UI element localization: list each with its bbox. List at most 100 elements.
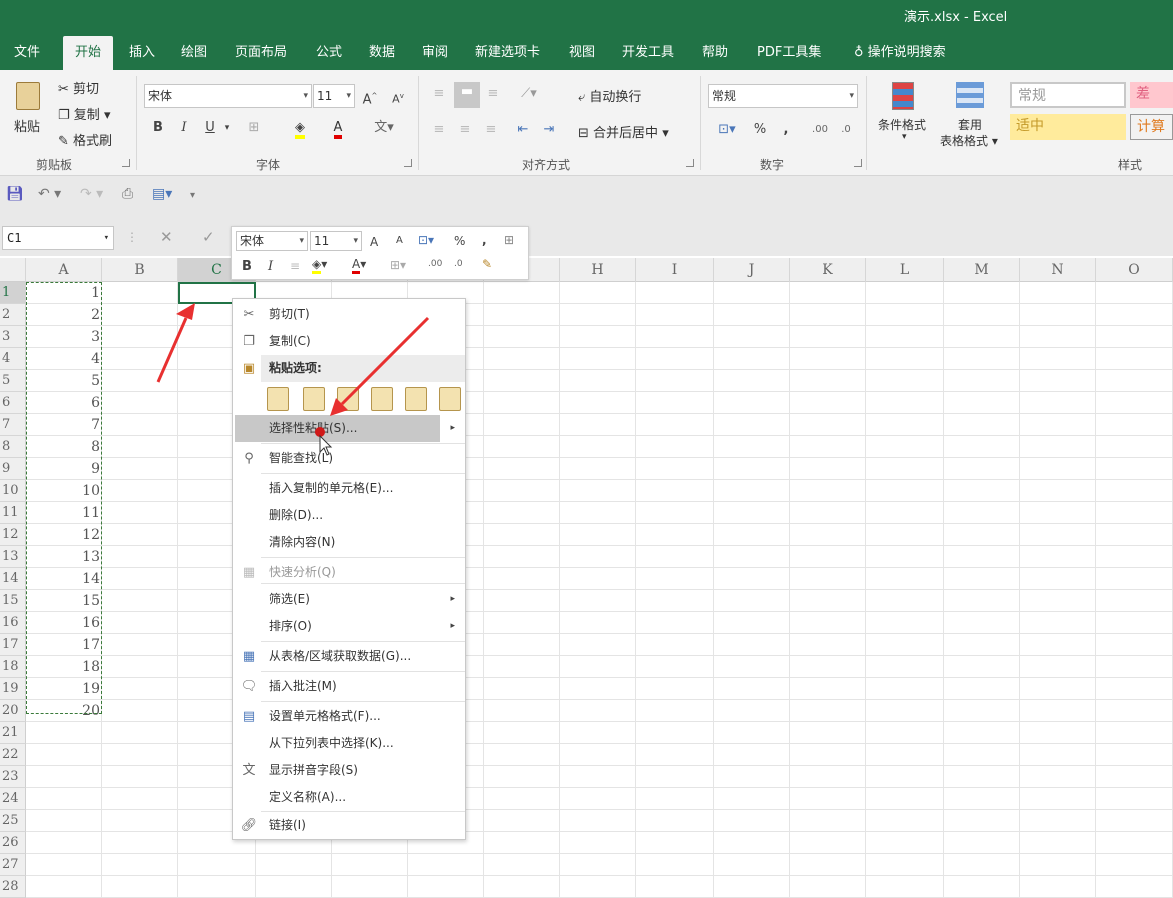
- shrink-font-icon[interactable]: Av: [390, 86, 406, 108]
- undo-icon[interactable]: ↶ ▾: [38, 186, 61, 202]
- align-left-icon[interactable]: ≡: [430, 120, 448, 142]
- menu-item-filter[interactable]: 筛选(E) ▸: [233, 586, 465, 613]
- menu-item-insert-copied[interactable]: 插入复制的单元格(E)...: [233, 475, 465, 502]
- borders-icon[interactable]: ⊞: [244, 118, 264, 140]
- column-header[interactable]: N: [1020, 258, 1096, 282]
- shrink-font-icon[interactable]: A: [396, 235, 403, 246]
- paste-formulas-icon[interactable]: [337, 387, 359, 411]
- form-icon[interactable]: ▤▾: [152, 186, 172, 202]
- align-top-icon[interactable]: ≡: [430, 84, 448, 106]
- tab-draw[interactable]: 绘图: [169, 36, 219, 70]
- select-all-corner[interactable]: [0, 258, 26, 282]
- cell-style-calculation[interactable]: 计算: [1130, 114, 1173, 140]
- accounting-format-icon[interactable]: ⊡▾: [418, 233, 434, 247]
- phonetic-guide-icon[interactable]: 文▾: [372, 118, 396, 140]
- comma-style-icon[interactable]: ,: [482, 233, 487, 247]
- menu-item-clear-contents[interactable]: 清除内容(N): [233, 529, 465, 556]
- column-header[interactable]: L: [866, 258, 944, 282]
- menu-item-define-name[interactable]: 定义名称(A)...: [233, 784, 465, 811]
- mini-font-dropdown[interactable]: 宋体 ▾: [236, 231, 308, 251]
- row-header[interactable]: 3: [0, 326, 26, 348]
- row-header[interactable]: 14: [0, 568, 26, 590]
- cancel-icon[interactable]: ✕: [160, 228, 173, 246]
- menu-item-format-cells[interactable]: ▤ 设置单元格格式(F)...: [233, 703, 465, 730]
- mini-size-dropdown[interactable]: 11 ▾: [310, 231, 362, 251]
- row-header[interactable]: 4: [0, 348, 26, 370]
- column-header[interactable]: M: [944, 258, 1020, 282]
- paste-link-icon[interactable]: [439, 387, 461, 411]
- bold-button[interactable]: B: [242, 259, 252, 274]
- tab-file[interactable]: 文件: [2, 36, 52, 70]
- decrease-decimal-icon[interactable]: .0: [454, 259, 463, 269]
- name-box[interactable]: C1 ▾: [2, 226, 114, 250]
- row-header[interactable]: 23: [0, 766, 26, 788]
- menu-item-sort[interactable]: 排序(O) ▸: [233, 613, 465, 640]
- fill-color-icon[interactable]: ◈▾: [312, 257, 327, 274]
- orientation-icon[interactable]: ⟋▾: [514, 84, 544, 106]
- grow-font-icon[interactable]: A^: [362, 86, 378, 108]
- column-header[interactable]: I: [636, 258, 714, 282]
- row-header[interactable]: 5: [0, 370, 26, 392]
- row-header[interactable]: 27: [0, 854, 26, 876]
- paste-button[interactable]: 粘贴: [8, 78, 48, 148]
- menu-item-delete[interactable]: 删除(D)...: [233, 502, 465, 529]
- accounting-format-icon[interactable]: ⊡▾: [712, 120, 742, 142]
- tab-insert[interactable]: 插入: [117, 36, 167, 70]
- number-format-dropdown[interactable]: 常规 ▾: [708, 84, 858, 108]
- align-center-icon[interactable]: ≡: [290, 259, 300, 273]
- wrap-text-button[interactable]: ⤶ 自动换行: [578, 86, 641, 105]
- fill-color-icon[interactable]: ◈: [290, 118, 310, 140]
- italic-button[interactable]: I: [176, 118, 192, 140]
- row-header[interactable]: 1: [0, 282, 26, 304]
- menu-item-cut[interactable]: ✂ 剪切(T): [233, 301, 465, 328]
- paste-icon[interactable]: [267, 387, 289, 411]
- row-header[interactable]: 19: [0, 678, 26, 700]
- align-center-icon[interactable]: ≡: [456, 120, 474, 142]
- brush-icon[interactable]: ✎: [482, 257, 492, 271]
- row-header[interactable]: 12: [0, 524, 26, 546]
- menu-item-smart-lookup[interactable]: ⚲ 智能查找(L): [233, 445, 465, 472]
- font-size-dropdown[interactable]: 11 ▾: [313, 84, 355, 108]
- customize-qat-icon[interactable]: ▾: [190, 190, 195, 201]
- row-header[interactable]: 6: [0, 392, 26, 414]
- print-preview-icon[interactable]: ⎙: [122, 186, 133, 202]
- cut-button[interactable]: ✂ 剪切: [58, 78, 99, 97]
- row-header[interactable]: 22: [0, 744, 26, 766]
- font-launcher-icon[interactable]: [404, 159, 412, 167]
- row-header[interactable]: 15: [0, 590, 26, 612]
- row-header[interactable]: 24: [0, 788, 26, 810]
- menu-item-pick-from-list[interactable]: 从下拉列表中选择(K)...: [233, 730, 465, 757]
- row-header[interactable]: 10: [0, 480, 26, 502]
- row-header[interactable]: 18: [0, 656, 26, 678]
- row-header[interactable]: 11: [0, 502, 26, 524]
- decrease-decimal-icon[interactable]: .0: [836, 120, 856, 142]
- alignment-launcher-icon[interactable]: [686, 159, 694, 167]
- format-table-icon[interactable]: ⊞: [504, 233, 514, 247]
- increase-decimal-icon[interactable]: .00: [428, 259, 442, 269]
- chevron-down-icon[interactable]: ▾: [222, 118, 232, 140]
- align-middle-icon[interactable]: ▬: [454, 82, 480, 108]
- tell-me-search[interactable]: ♁ 操作说明搜索: [842, 36, 958, 70]
- underline-button[interactable]: U: [202, 118, 218, 140]
- bold-button[interactable]: B: [150, 118, 166, 140]
- row-header[interactable]: 17: [0, 634, 26, 656]
- row-header[interactable]: 2: [0, 304, 26, 326]
- row-header[interactable]: 9: [0, 458, 26, 480]
- percent-icon[interactable]: %: [752, 120, 768, 142]
- tab-formulas[interactable]: 公式: [304, 36, 354, 70]
- row-header[interactable]: 13: [0, 546, 26, 568]
- conditional-formatting-button[interactable]: 条件格式 ▾: [876, 78, 936, 150]
- tab-pdf-tools[interactable]: PDF工具集: [745, 36, 833, 70]
- menu-item-link[interactable]: 🔗︎ 链接(I): [233, 812, 465, 839]
- align-bottom-icon[interactable]: ≡: [484, 84, 502, 106]
- merge-center-button[interactable]: ⊟ 合并后居中 ▾: [578, 122, 669, 141]
- tab-home[interactable]: 开始: [63, 36, 114, 70]
- format-painter-button[interactable]: ✎ 格式刷: [58, 130, 112, 149]
- column-header[interactable]: K: [790, 258, 866, 282]
- tab-developer[interactable]: 开发工具: [610, 36, 686, 70]
- tab-help[interactable]: 帮助: [690, 36, 740, 70]
- increase-decimal-icon[interactable]: .00: [810, 120, 830, 142]
- save-icon[interactable]: 💾︎: [6, 186, 24, 202]
- italic-button[interactable]: I: [268, 259, 273, 274]
- menu-item-insert-comment[interactable]: 🗨︎ 插入批注(M): [233, 673, 465, 700]
